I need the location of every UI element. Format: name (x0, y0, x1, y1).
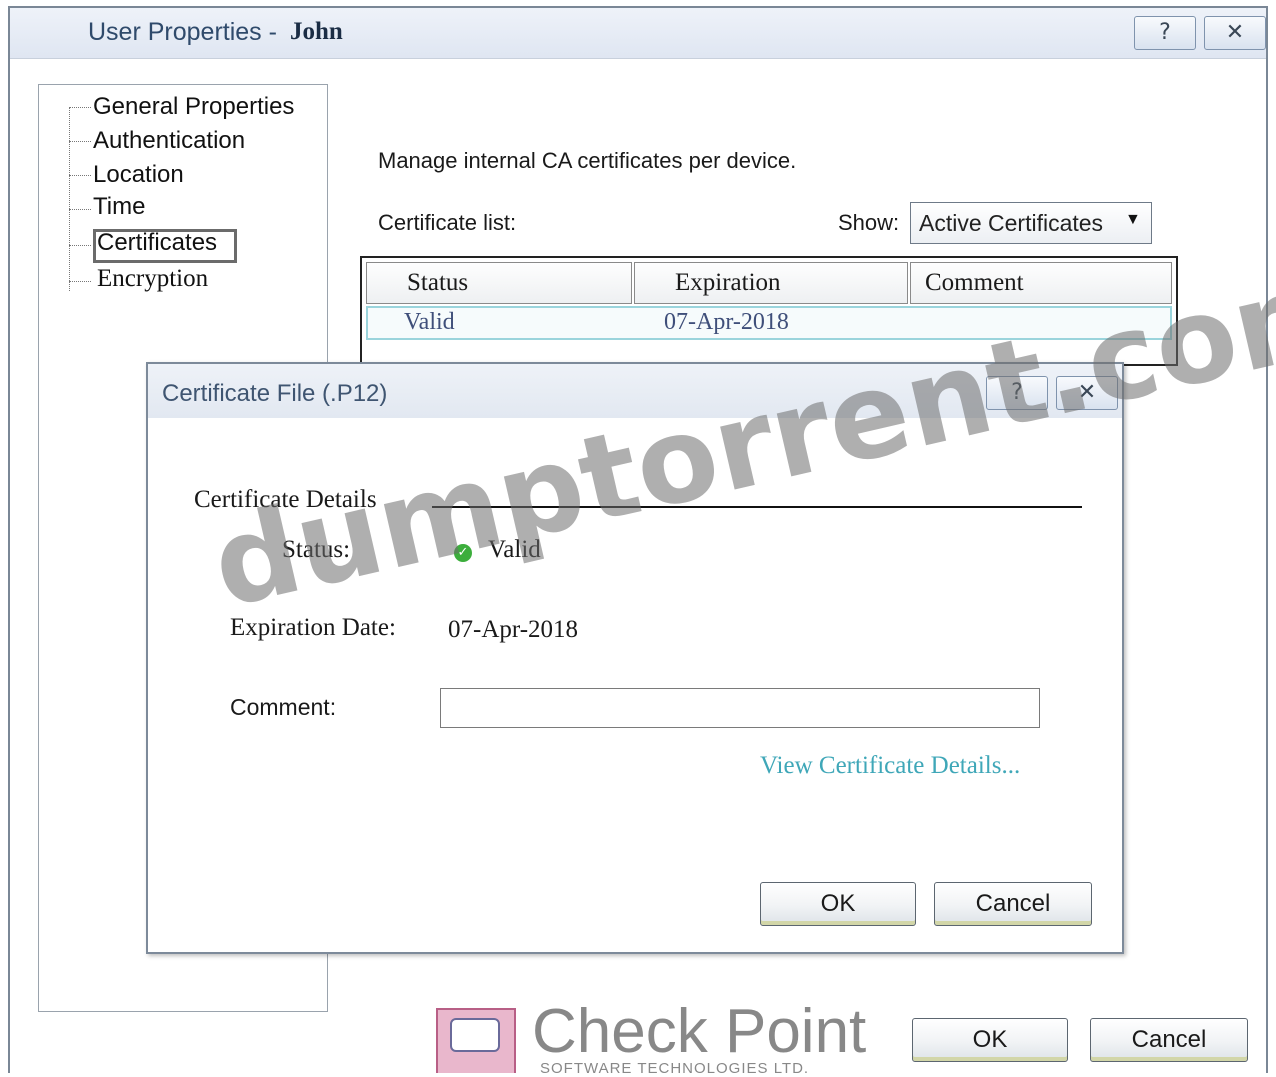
window-titlebar: User Properties - John ? ✕ (10, 8, 1266, 59)
certificate-list-label: Certificate list: (378, 210, 517, 235)
help-icon: ? (1011, 380, 1023, 405)
tree-connector (69, 209, 91, 210)
show-filter-label: Show: (838, 210, 900, 235)
view-certificate-details-link[interactable]: View Certificate Details... (760, 752, 1020, 780)
check-circle-icon: ✓ (454, 544, 472, 562)
tree-connector-line (69, 107, 70, 291)
dialog-close-button[interactable]: ✕ (1056, 376, 1118, 410)
dialog-help-button[interactable]: ? (986, 376, 1048, 410)
tree-item-certificates[interactable]: Certificates (97, 229, 217, 257)
tree-connector (69, 175, 91, 176)
check-point-logo-subtext: SOFTWARE TECHNOLOGIES LTD. (540, 1060, 810, 1077)
chevron-down-icon: ▼ (1125, 211, 1141, 228)
dialog-cancel-button[interactable]: Cancel (934, 882, 1092, 926)
cancel-button[interactable]: Cancel (1090, 1018, 1248, 1062)
expiration-date-label: Expiration Date: (230, 614, 396, 641)
show-filter-value: Active Certificates (919, 210, 1104, 236)
help-icon: ? (1159, 20, 1171, 45)
row-expiration: 07-Apr-2018 (664, 309, 789, 335)
certificate-file-dialog: Certificate File (.P12) ? ✕ Certificate … (146, 362, 1124, 954)
close-icon: ✕ (1225, 20, 1245, 45)
certificate-details-heading: Certificate Details (194, 486, 377, 513)
tree-item-time[interactable]: Time (93, 193, 145, 221)
dialog-title: Certificate File (.P12) (162, 380, 388, 407)
dialog-ok-button[interactable]: OK (760, 882, 916, 926)
tree-item-authentication[interactable]: Authentication (93, 127, 245, 155)
dialog-titlebar: Certificate File (.P12) ? ✕ (148, 364, 1122, 418)
tree-connector (69, 245, 91, 246)
certificate-table: Status Expiration Comment Valid 07-Apr-2… (360, 256, 1178, 366)
tree-connector (69, 141, 91, 142)
column-header-expiration[interactable]: Expiration (634, 262, 908, 304)
window-title-user: John (290, 18, 343, 45)
close-icon: ✕ (1077, 380, 1097, 405)
check-point-logo-icon (436, 1008, 516, 1073)
help-button[interactable]: ? (1134, 16, 1196, 50)
ok-button[interactable]: OK (912, 1018, 1068, 1062)
comment-input[interactable] (440, 688, 1040, 728)
tree-item-location[interactable]: Location (93, 161, 184, 189)
monitor-icon (450, 1018, 500, 1052)
tree-item-encryption[interactable]: Encryption (97, 265, 208, 293)
row-status: Valid (404, 309, 455, 335)
tree-connector (69, 281, 91, 282)
check-point-logo-text: Check Point (532, 997, 867, 1066)
show-filter-dropdown[interactable]: Active Certificates ▼ (910, 202, 1152, 244)
tree-item-general-properties[interactable]: General Properties (93, 93, 294, 121)
window-title: User Properties - (88, 18, 277, 46)
table-row[interactable]: Valid 07-Apr-2018 (366, 306, 1172, 340)
tree-connector (69, 107, 91, 108)
expiration-date-value: 07-Apr-2018 (448, 616, 579, 643)
comment-label: Comment: (230, 694, 337, 720)
column-header-status[interactable]: Status (366, 262, 632, 304)
section-divider (432, 506, 1082, 508)
close-button[interactable]: ✕ (1204, 16, 1266, 50)
status-value: Valid (488, 536, 541, 563)
column-header-comment[interactable]: Comment (910, 262, 1172, 304)
certificates-description: Manage internal CA certificates per devi… (378, 148, 797, 173)
status-label: Status: (282, 536, 351, 563)
